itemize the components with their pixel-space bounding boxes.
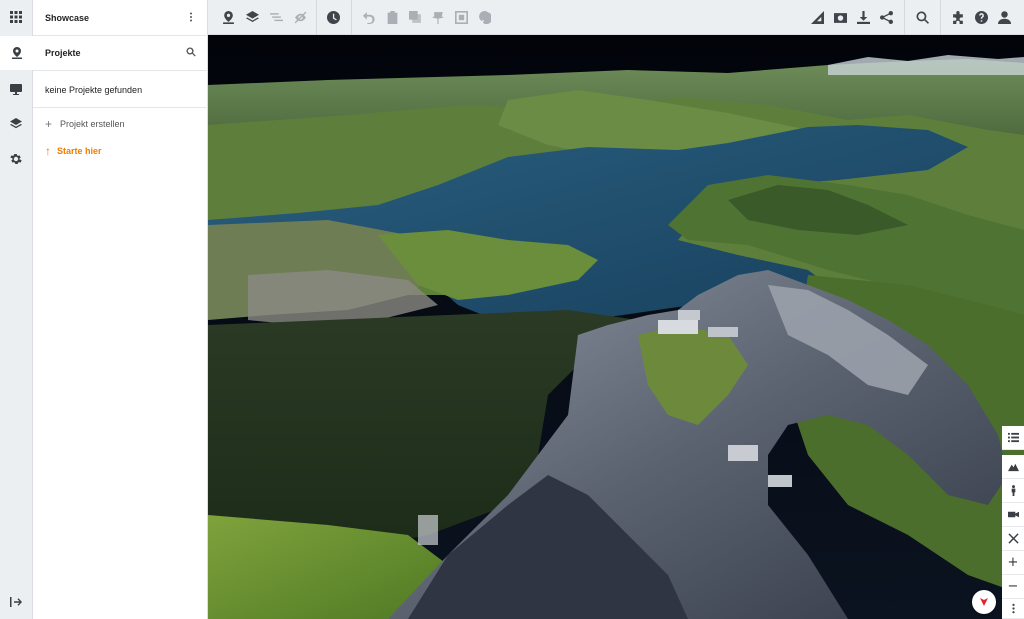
pedestrian-icon[interactable] xyxy=(1002,479,1024,503)
empty-label: keine Projekte gefunden xyxy=(45,84,143,95)
presentation-icon[interactable] xyxy=(8,81,24,97)
left-rail xyxy=(0,0,33,619)
layers-icon[interactable] xyxy=(244,9,260,25)
map-pin-icon[interactable] xyxy=(0,36,33,70)
panel-header: Showcase xyxy=(33,0,208,35)
user-icon[interactable] xyxy=(996,9,1012,25)
puzzle-icon[interactable] xyxy=(950,9,966,25)
camera-icon[interactable] xyxy=(1002,503,1024,527)
more-vertical-icon[interactable] xyxy=(1002,599,1024,619)
share-icon[interactable] xyxy=(878,9,894,25)
download-icon[interactable] xyxy=(855,9,871,25)
compass-icon[interactable] xyxy=(972,590,996,614)
hide-icon[interactable] xyxy=(292,9,308,25)
arrow-up-icon: ↑ xyxy=(45,144,51,158)
zoom-out-button[interactable]: − xyxy=(1002,575,1024,599)
paint-icon[interactable] xyxy=(476,9,492,25)
project-panel: Showcase Projekte keine Projekte gefunde… xyxy=(33,0,208,619)
section-title: Projekte xyxy=(45,48,81,58)
map-pin-icon[interactable] xyxy=(220,9,236,25)
layer-list-icon[interactable] xyxy=(1002,426,1024,450)
search-icon[interactable] xyxy=(186,47,196,59)
paste-icon[interactable] xyxy=(384,9,400,25)
layers-icon[interactable] xyxy=(8,116,24,132)
pin-icon[interactable] xyxy=(430,9,446,25)
undo-icon[interactable] xyxy=(361,9,377,25)
screenshot-icon[interactable] xyxy=(832,9,848,25)
create-project-label: Projekt erstellen xyxy=(60,119,125,129)
gear-icon[interactable] xyxy=(8,151,24,167)
search-icon[interactable] xyxy=(914,9,930,25)
create-project-button[interactable]: + Projekt erstellen xyxy=(33,113,208,135)
terrain-scene xyxy=(208,35,1024,619)
fullscreen-icon[interactable] xyxy=(1002,527,1024,551)
3d-map-view[interactable]: + − xyxy=(208,35,1024,619)
copy-icon[interactable] xyxy=(407,9,423,25)
clock-icon[interactable] xyxy=(325,9,341,25)
start-here-link[interactable]: ↑ Starte hier xyxy=(33,140,208,162)
terrain-icon[interactable] xyxy=(1002,455,1024,479)
start-here-label: Starte hier xyxy=(57,146,102,156)
plus-icon: + xyxy=(45,117,53,131)
collapse-sidebar-icon[interactable] xyxy=(8,594,24,610)
top-toolbar xyxy=(208,0,1024,35)
measure-icon[interactable] xyxy=(809,9,825,25)
apps-grid-icon[interactable] xyxy=(8,9,24,25)
list-icon[interactable] xyxy=(268,9,284,25)
section-header: Projekte xyxy=(33,35,208,71)
panel-title: Showcase xyxy=(45,12,90,23)
more-vertical-icon[interactable] xyxy=(186,12,196,24)
zoom-in-button[interactable]: + xyxy=(1002,551,1024,575)
empty-state-text: keine Projekte gefunden xyxy=(33,72,208,108)
help-icon[interactable] xyxy=(973,9,989,25)
select-icon[interactable] xyxy=(453,9,469,25)
